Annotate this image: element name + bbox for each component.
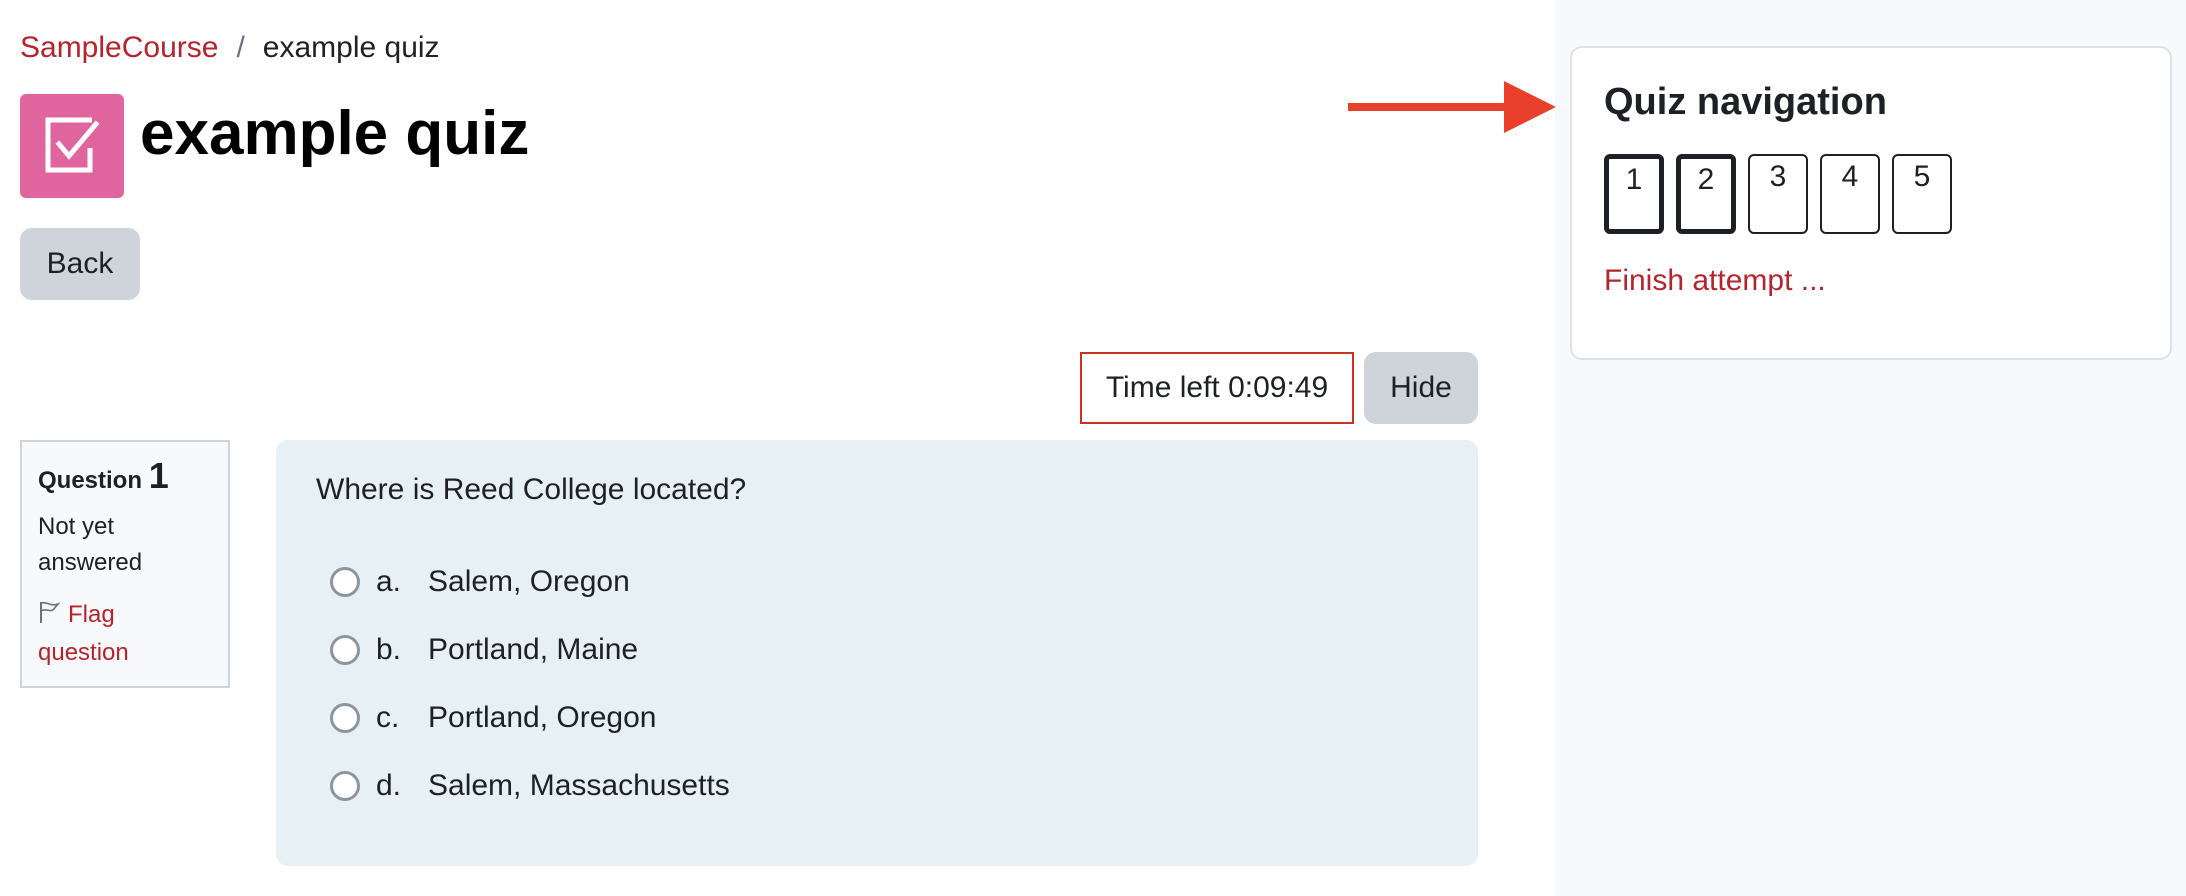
radio-button[interactable] [330,567,360,597]
main-region: SampleCourse / example quiz example quiz… [0,0,1556,896]
breadcrumb-separator: / [236,31,245,64]
time-left-display: Time left 0:09:49 [1080,352,1354,424]
question-heading: Question 1 [38,458,212,499]
answer-option[interactable]: c. Portland, Oregon [316,684,1438,752]
question-nav-button-5[interactable]: 5 [1892,154,1952,234]
answer-letter: b. [376,633,402,666]
answer-label[interactable]: Salem, Oregon [428,565,630,599]
question-nav-button-2[interactable]: 2 [1676,154,1736,234]
flag-icon [38,599,61,635]
quiz-navigation-title: Quiz navigation [1604,81,1887,123]
quiz-navigation-block: Quiz navigation 1 2 3 4 5 Finish attempt… [1570,46,2172,360]
breadcrumb: SampleCourse / example quiz [20,28,440,68]
answer-letter: d. [376,769,402,802]
answer-list: a. Salem, Oregon b. Portland, Maine c. P… [316,548,1438,820]
question-nav-buttons: 1 2 3 4 5 [1604,154,2138,234]
answer-option[interactable]: b. Portland, Maine [316,616,1438,684]
question-content: Where is Reed College located? a. Salem,… [276,440,1478,866]
question-text: Where is Reed College located? [316,473,747,506]
answer-label[interactable]: Portland, Oregon [428,701,656,735]
radio-button[interactable] [330,635,360,665]
question-number: 1 [148,455,169,496]
checkbox-icon [20,94,124,198]
answer-label[interactable]: Salem, Massachusetts [428,769,730,803]
answer-letter: c. [376,701,400,734]
breadcrumb-current: example quiz [262,31,440,64]
question-info-panel: Question 1 Not yet answered Flag questio… [20,440,230,688]
finish-attempt-link[interactable]: Finish attempt ... [1604,264,2138,298]
question-nav-button-4[interactable]: 4 [1820,154,1880,234]
answer-label[interactable]: Portland, Maine [428,633,638,667]
question-heading-label: Question [38,467,143,494]
breadcrumb-course-link[interactable]: SampleCourse [20,28,218,68]
radio-button[interactable] [330,771,360,801]
question-state: Not yet answered [38,513,143,576]
arrow-right-icon [1348,78,1556,141]
answer-option[interactable]: d. Salem, Massachusetts [316,752,1438,820]
answer-letter: a. [376,565,402,598]
back-button[interactable]: Back [20,228,140,300]
answer-option[interactable]: a. Salem, Oregon [316,548,1438,616]
question-nav-button-1[interactable]: 1 [1604,154,1664,234]
radio-button[interactable] [330,703,360,733]
flag-question-link[interactable]: Flag question [38,597,212,671]
hide-timer-button[interactable]: Hide [1364,352,1478,424]
question-nav-button-3[interactable]: 3 [1748,154,1808,234]
page-title: example quiz [140,99,530,168]
